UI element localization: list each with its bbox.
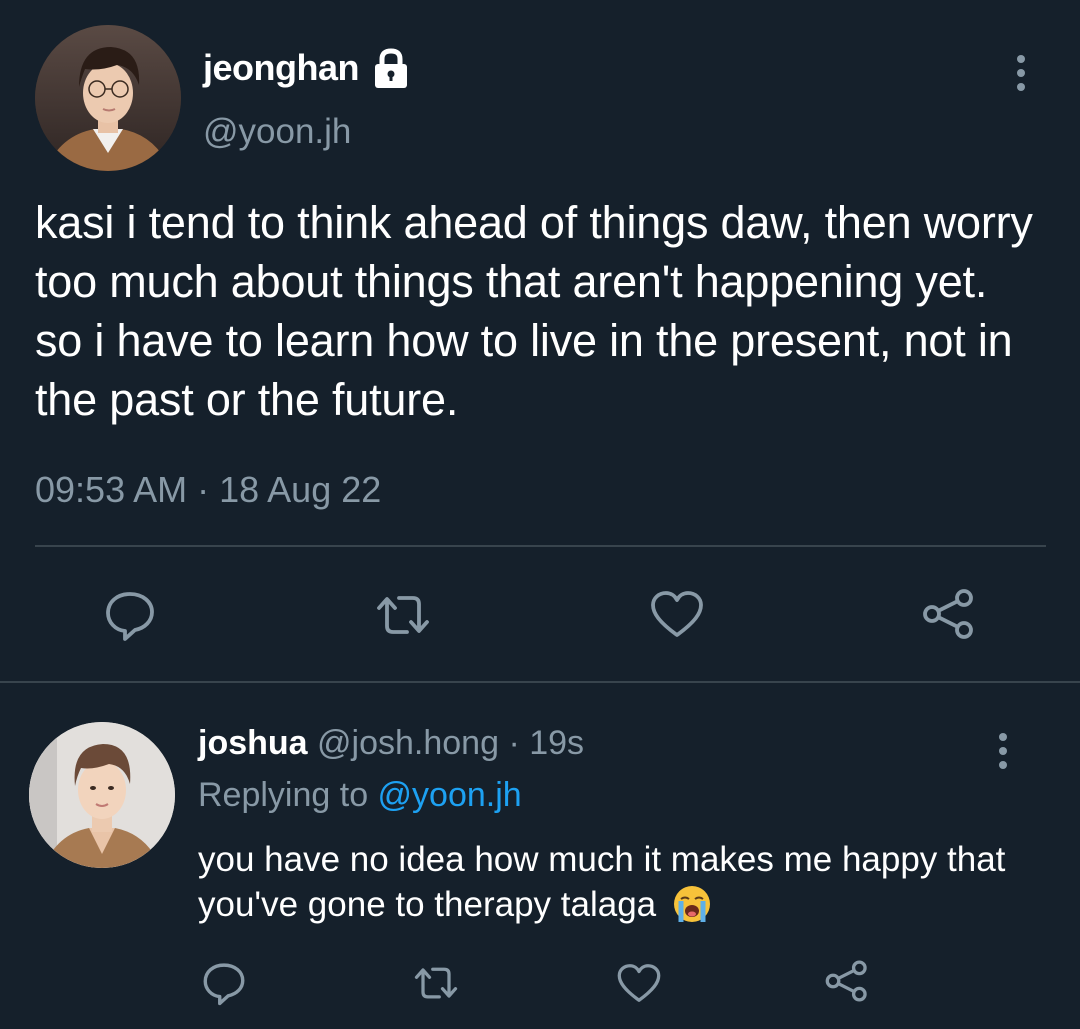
reply-icon <box>106 592 154 641</box>
reply-text-container: you have no idea how much it makes me ha… <box>198 837 1058 927</box>
share-button[interactable] <box>823 958 871 1004</box>
retweet-icon <box>377 596 429 634</box>
reply-button[interactable] <box>201 960 247 1006</box>
display-name-text[interactable]: jeonghan <box>203 47 360 89</box>
separator: · <box>499 724 530 762</box>
more-vertical-icon[interactable] <box>996 733 1010 769</box>
tweet-text: kasi i tend to think ahead of things daw… <box>35 197 1033 425</box>
tweet-timestamp[interactable]: 09:53 AM · 18 Aug 22 <box>35 469 381 511</box>
tweet-detail-page: jeonghan @yoon.jh kasi i tend to think a… <box>0 0 1080 1029</box>
like-icon <box>651 591 703 637</box>
loudly-crying-face-icon <box>672 884 712 924</box>
replying-prefix: Replying to <box>198 776 378 814</box>
like-button[interactable] <box>649 589 705 639</box>
reply-icon <box>203 963 245 1006</box>
more-vertical-icon[interactable] <box>1014 55 1028 91</box>
share-button[interactable] <box>920 586 978 642</box>
tweet-text: you have no idea how much it makes me ha… <box>198 840 1006 924</box>
tweet-age[interactable]: 19s <box>529 724 584 762</box>
avatar[interactable] <box>35 25 181 171</box>
retweet-button[interactable] <box>371 590 435 640</box>
share-icon <box>825 960 867 1002</box>
like-icon <box>617 964 661 1002</box>
divider <box>0 681 1080 683</box>
replying-to: Replying to @yoon.jh <box>198 776 522 815</box>
avatar[interactable] <box>29 722 175 868</box>
user-handle[interactable]: @yoon.jh <box>203 112 351 152</box>
divider <box>35 545 1046 547</box>
display-name[interactable]: jeonghan <box>203 46 413 90</box>
reply-header: joshua @josh.hong · 19s <box>198 724 584 763</box>
retweet-button[interactable] <box>410 962 462 1004</box>
reply-button[interactable] <box>103 588 157 642</box>
share-icon <box>923 589 973 639</box>
display-name[interactable]: joshua <box>198 724 308 762</box>
like-button[interactable] <box>616 962 662 1004</box>
lock-icon <box>369 46 413 90</box>
user-handle[interactable]: @josh.hong <box>317 724 499 762</box>
replying-to-link[interactable]: @yoon.jh <box>378 776 522 814</box>
retweet-icon <box>414 967 458 999</box>
